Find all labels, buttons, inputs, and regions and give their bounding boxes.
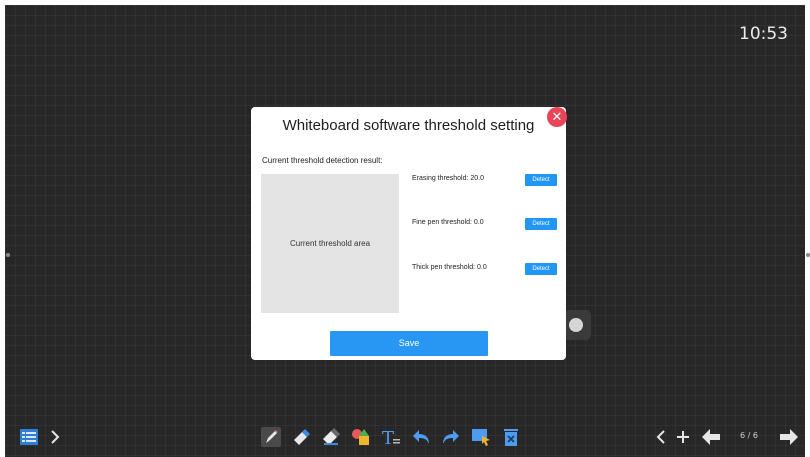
detect-erasing-button[interactable]: Detect [525,174,557,186]
assistant-ball-icon [569,318,583,332]
select-icon[interactable] [470,426,492,448]
clock: 10:53 [739,24,788,44]
fine-pen-threshold-label: Fine pen threshold: 0.0 [412,219,484,226]
redo-icon[interactable] [440,426,462,448]
eraser-icon[interactable] [290,426,312,448]
shapes-icon[interactable] [350,426,372,448]
page-indicator: 6 / 6 [740,431,758,440]
thick-pen-threshold-label: Thick pen threshold: 0.0 [412,264,487,271]
detection-result-label: Current threshold detection result: [262,156,383,165]
erasing-threshold-label: Erasing threshold: 20.0 [412,175,484,182]
detect-fine-pen-button[interactable]: Detect [525,218,557,230]
dialog-title: Whiteboard software threshold setting [282,117,535,134]
svg-text:T: T [382,428,394,448]
pen-icon[interactable] [260,426,282,448]
page-back-icon[interactable] [700,426,722,448]
close-button[interactable]: ✕ [547,107,567,127]
left-edge-handle[interactable] [6,253,10,257]
threshold-area-label: Current threshold area [289,239,371,248]
area-eraser-icon[interactable] [320,426,342,448]
text-icon[interactable]: T [380,426,402,448]
threshold-area[interactable]: Current threshold area [261,174,399,313]
add-page-icon[interactable] [672,426,694,448]
save-button[interactable]: Save [330,331,488,356]
detect-thick-pen-button[interactable]: Detect [525,263,557,275]
menu-icon[interactable] [18,426,40,448]
right-edge-handle[interactable] [806,253,810,257]
clear-icon[interactable] [500,426,522,448]
previous-page-icon[interactable] [650,426,672,448]
chevron-right-icon[interactable] [44,426,66,448]
undo-icon[interactable] [410,426,432,448]
threshold-settings-dialog: Whiteboard software threshold setting ✕ … [251,107,567,360]
page-forward-icon[interactable] [778,426,800,448]
close-icon: ✕ [551,109,563,124]
